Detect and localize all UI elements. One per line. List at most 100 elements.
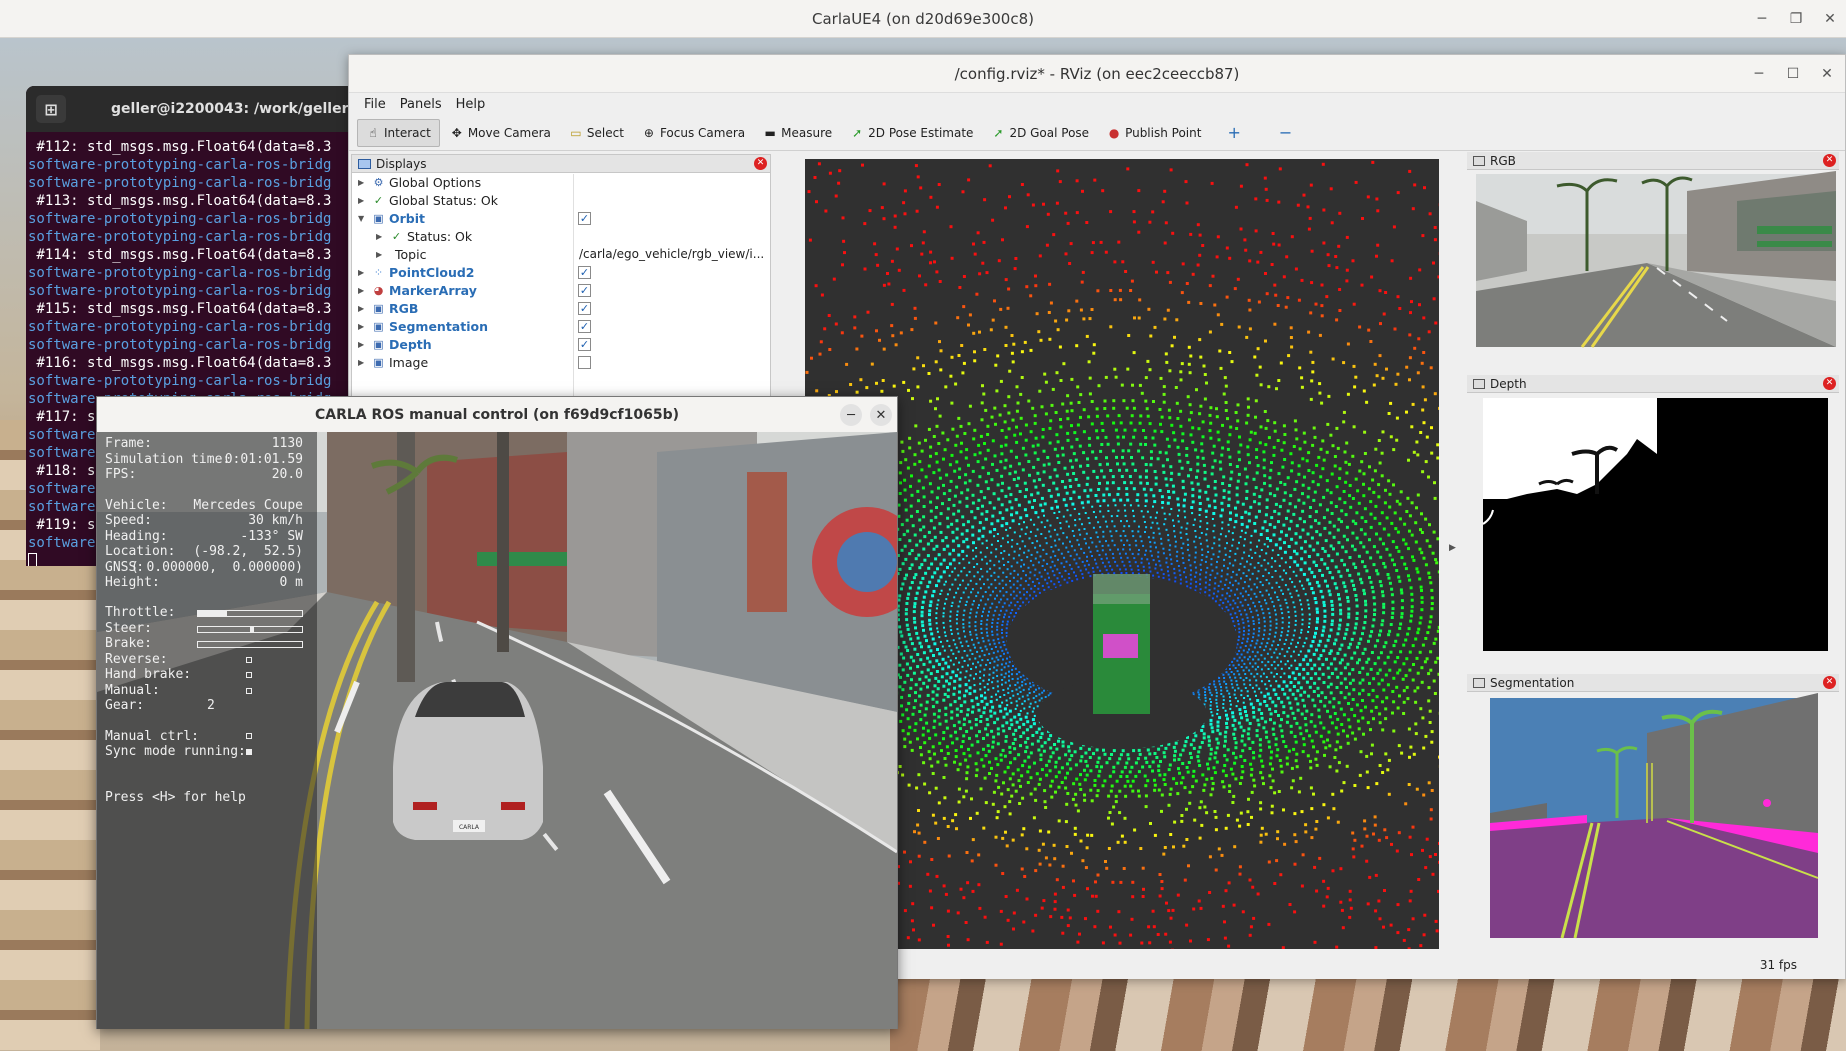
expand-down-icon[interactable]: ▼ — [358, 214, 364, 223]
reverse-indicator — [246, 656, 252, 663]
close-icon[interactable]: ✕ — [1823, 676, 1836, 689]
display-checkbox[interactable]: ✓ — [578, 337, 591, 351]
move-camera-icon: ✥ — [451, 125, 462, 140]
remove-tool-button[interactable]: − — [1271, 119, 1300, 147]
displays-panel: Displays ✕ ▶ ⚙ Global Options ▶ ✓ Global Stat… — [351, 154, 771, 429]
rviz-close-button[interactable]: ✕ — [1811, 55, 1843, 93]
monitor-icon — [1473, 378, 1485, 389]
sync-mode-indicator — [246, 749, 252, 755]
minimize-button[interactable]: ─ — [840, 404, 862, 426]
menu-help[interactable]: Help — [449, 97, 493, 112]
close-icon[interactable]: ✕ — [754, 157, 767, 170]
display-item-markerarray[interactable]: ▶ ◕ MarkerArray ✓ — [352, 281, 770, 299]
display-label: Global Status: Ok — [389, 192, 498, 208]
tool-publish-point[interactable]: ● Publish Point — [1099, 119, 1209, 147]
monitor-icon — [358, 158, 371, 169]
carla-window-titlebar[interactable]: CarlaUE4 (on d20d69e300c8) ─ ❐ ✕ — [0, 0, 1846, 38]
depth-title: Depth — [1490, 376, 1527, 391]
manual-indicator — [246, 687, 252, 694]
display-item-image[interactable]: ▶ ▣ Image — [352, 353, 770, 371]
tool-label: Focus Camera — [659, 125, 746, 140]
segmentation-image — [1490, 693, 1819, 939]
manual-ctrl-indicator — [246, 733, 252, 739]
close-button[interactable]: ✕ — [1814, 0, 1846, 38]
manual-control-titlebar[interactable]: CARLA ROS manual control (on f69d9cf1065… — [97, 397, 897, 432]
hud-label: Vehicle: — [105, 497, 168, 513]
expand-right-icon[interactable]: ▶ — [358, 304, 364, 313]
add-tool-button[interactable]: + — [1219, 119, 1248, 147]
segmentation-header: Segmentation ✕ — [1467, 674, 1839, 692]
expand-right-icon[interactable]: ▶ — [358, 286, 364, 295]
manual-control-title: CARLA ROS manual control (on f69d9cf1065… — [315, 406, 679, 423]
hud-label: Heading: — [105, 528, 168, 544]
display-item-depth[interactable]: ▶ ▣ Depth ✓ — [352, 335, 770, 353]
display-checkbox[interactable]: ✓ — [578, 319, 591, 333]
image-icon: ▣ — [373, 337, 384, 351]
menu-panels[interactable]: Panels — [393, 97, 449, 112]
hud-label: Speed: — [105, 513, 152, 528]
expand-right-icon[interactable]: ▶ — [358, 268, 364, 277]
menu-file[interactable]: File — [357, 97, 393, 112]
hud-value: 1130 — [271, 436, 303, 451]
display-item-pointcloud2[interactable]: ▶ ⁘ PointCloud2 ✓ — [352, 263, 770, 281]
display-label: Image — [389, 354, 429, 370]
display-checkbox[interactable] — [578, 355, 591, 369]
display-checkbox[interactable]: ✓ — [578, 301, 591, 315]
display-checkbox[interactable]: ✓ — [578, 211, 591, 225]
display-item-orbit[interactable]: ▼ ▣ Orbit ✓ — [352, 209, 770, 227]
tool-measure[interactable]: ▬ Measure — [755, 119, 840, 147]
hud-value: Mercedes Coupe — [193, 497, 303, 513]
close-icon[interactable]: ✕ — [1823, 154, 1836, 167]
new-tab-button[interactable]: ⊞ — [36, 95, 66, 123]
segmentation-panel: Segmentation ✕ — [1467, 674, 1839, 946]
expand-right-icon[interactable]: ▶ — [358, 340, 364, 349]
display-item-topic[interactable]: ▶ Topic/carla/ego_vehicle/rgb_view/i... — [352, 245, 770, 263]
hud-label: Sync mode running: — [105, 744, 246, 759]
display-checkbox[interactable]: ✓ — [578, 265, 591, 279]
publish-point-icon: ● — [1108, 125, 1120, 140]
display-item-status-ok[interactable]: ▶ ✓ Status: Ok — [352, 227, 770, 245]
display-item-global-options[interactable]: ▶ ⚙ Global Options — [352, 173, 770, 191]
check-icon: ✓ — [373, 193, 384, 207]
expand-right-icon[interactable]: ▶ — [358, 178, 364, 187]
tool-label: Move Camera — [467, 125, 551, 140]
minimize-button[interactable]: ─ — [1746, 0, 1778, 38]
collapse-arrow-icon[interactable]: ▶ — [1449, 543, 1456, 553]
expand-right-icon[interactable]: ▶ — [358, 358, 364, 367]
hud-label: Hand brake: — [105, 667, 192, 682]
expand-right-icon[interactable]: ▶ — [376, 250, 382, 259]
topic-value[interactable]: /carla/ego_vehicle/rgb_view/i... — [579, 247, 764, 261]
plus-icon: + — [1227, 123, 1241, 142]
tool-move-camera[interactable]: ✥ Move Camera — [442, 119, 559, 147]
display-item-rgb[interactable]: ▶ ▣ RGB ✓ — [352, 299, 770, 317]
tool-interact[interactable]: ☝ Interact — [357, 118, 440, 147]
display-label: Depth — [389, 336, 432, 352]
3d-view[interactable] — [805, 159, 1439, 949]
rviz-titlebar[interactable]: /config.rviz* - RViz (on eec2ceeccb87) ─… — [349, 55, 1845, 93]
expand-right-icon[interactable]: ▶ — [358, 322, 364, 331]
rviz-menubar: File Panels Help — [349, 93, 1845, 115]
hand-brake-indicator — [246, 672, 252, 678]
terminal-cursor — [28, 553, 37, 566]
measure-icon: ▬ — [764, 125, 776, 140]
display-item-global-status-ok[interactable]: ▶ ✓ Global Status: Ok — [352, 191, 770, 209]
maximize-button[interactable]: ❐ — [1780, 0, 1812, 38]
expand-right-icon[interactable]: ▶ — [376, 232, 382, 241]
display-label: Orbit — [389, 210, 425, 226]
tool-focus-camera[interactable]: ⊕ Focus Camera — [634, 119, 753, 147]
rviz-maximize-button[interactable]: ☐ — [1777, 55, 1809, 93]
display-item-segmentation[interactable]: ▶ ▣ Segmentation ✓ — [352, 317, 770, 335]
tool-select[interactable]: ▭ Select — [561, 119, 632, 147]
tool-2d-goal-pose[interactable]: ➚ 2D Goal Pose — [983, 119, 1097, 147]
rgb-header: RGB ✕ — [1467, 152, 1839, 170]
close-button[interactable]: ✕ — [870, 404, 892, 426]
display-checkbox[interactable]: ✓ — [578, 283, 591, 297]
expand-right-icon[interactable]: ▶ — [358, 196, 364, 205]
rviz-minimize-button[interactable]: ─ — [1743, 55, 1775, 93]
hud-label: Brake: — [105, 636, 152, 651]
image-icon: ▣ — [373, 301, 384, 315]
tool-2d-pose-estimate[interactable]: ➚ 2D Pose Estimate — [842, 119, 981, 147]
close-icon[interactable]: ✕ — [1823, 377, 1836, 390]
manual-control-window[interactable]: CARLA ROS manual control (on f69d9cf1065… — [96, 396, 898, 1029]
carla-window-title: CarlaUE4 (on d20d69e300c8) — [812, 9, 1034, 28]
